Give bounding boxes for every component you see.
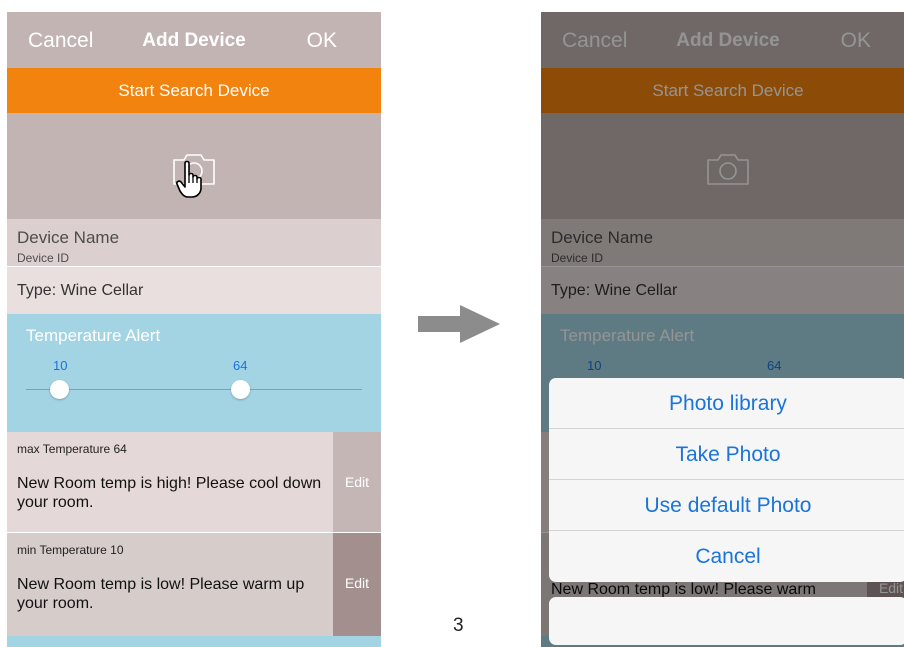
device-photo-area[interactable] <box>7 113 381 219</box>
pointing-hand-icon <box>176 160 202 198</box>
right-arrow-icon <box>418 305 500 343</box>
device-id-label: Device ID <box>17 251 70 265</box>
temperature-range-slider[interactable] <box>26 389 362 390</box>
device-type-row[interactable]: Type: Wine Cellar <box>7 266 381 314</box>
max-alert-message: New Room temp is high! Please cool down … <box>17 475 322 511</box>
ok-button[interactable]: OK <box>307 29 337 53</box>
temperature-alert-panel: Temperature Alert 10 64 <box>7 314 381 432</box>
min-alert-content: min Temperature 10 New Room temp is low!… <box>7 533 333 636</box>
min-alert-edit-button[interactable]: Edit <box>333 533 381 636</box>
max-alert-edit-button[interactable]: Edit <box>333 432 381 532</box>
slider-min-handle[interactable] <box>50 380 69 399</box>
max-alert-content: max Temperature 64 New Room temp is high… <box>7 432 333 532</box>
sheet-cancel-option[interactable]: Cancel <box>549 531 904 582</box>
take-photo-option[interactable]: Take Photo <box>549 429 904 480</box>
bottom-strip <box>7 636 381 647</box>
slider-max-label: 64 <box>233 358 248 373</box>
sheet-cancel-panel[interactable] <box>549 597 904 645</box>
photo-action-sheet: Photo library Take Photo Use default Pho… <box>549 378 904 582</box>
photo-library-option[interactable]: Photo library <box>549 378 904 429</box>
min-temperature-alert[interactable]: min Temperature 10 New Room temp is low!… <box>7 533 381 636</box>
max-alert-edit-label: Edit <box>344 474 370 490</box>
device-name-label: Device Name <box>17 228 120 247</box>
screen-add-device: Cancel Add Device OK Start Search Device… <box>7 12 381 647</box>
min-alert-header: min Temperature 10 <box>17 543 124 557</box>
min-alert-edit-label: Edit <box>344 575 370 591</box>
device-type-label: Type: Wine Cellar <box>17 282 144 299</box>
start-search-button[interactable]: Start Search Device <box>7 68 381 113</box>
use-default-photo-option[interactable]: Use default Photo <box>549 480 904 531</box>
max-temperature-alert[interactable]: max Temperature 64 New Room temp is high… <box>7 432 381 532</box>
screen-add-device-photo-options: Cancel Add Device OK Start Search Device… <box>541 12 904 647</box>
start-search-label: Start Search Device <box>118 81 270 100</box>
slider-max-handle[interactable] <box>231 380 250 399</box>
max-alert-header: max Temperature 64 <box>17 442 127 456</box>
temperature-alert-title: Temperature Alert <box>26 326 161 345</box>
slider-min-label: 10 <box>53 358 68 373</box>
min-alert-message: New Room temp is low! Please warm up you… <box>17 576 305 612</box>
device-name-row[interactable]: Device Name Device ID <box>7 219 381 266</box>
page-number: 3 <box>453 615 464 636</box>
nav-bar: Cancel Add Device OK <box>7 12 381 68</box>
